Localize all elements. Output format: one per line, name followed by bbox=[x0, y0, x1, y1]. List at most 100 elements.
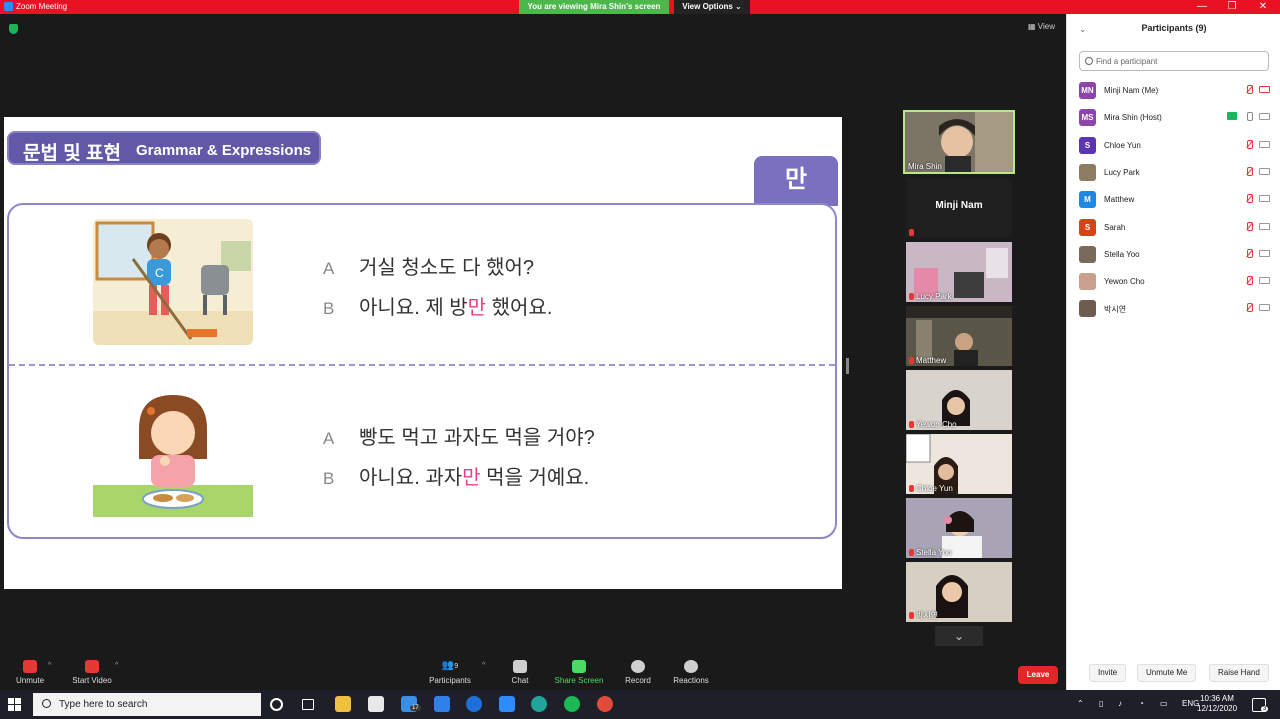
muted-mic-icon bbox=[1245, 166, 1253, 177]
muted-mic-icon bbox=[909, 421, 914, 428]
task-view-icon[interactable] bbox=[302, 699, 314, 710]
taskbar-search-input[interactable]: Type here to search bbox=[33, 693, 261, 716]
participants-caret-icon[interactable]: ^ bbox=[482, 662, 485, 669]
participant-avatar: S bbox=[1079, 218, 1096, 236]
record-label: Record bbox=[625, 676, 651, 685]
zoom-logo-icon bbox=[4, 2, 13, 11]
close-button[interactable]: ✕ bbox=[1248, 0, 1278, 14]
participant-avatar bbox=[1079, 163, 1096, 181]
video-camera-icon bbox=[1259, 113, 1270, 121]
file-explorer-icon[interactable] bbox=[335, 696, 351, 712]
unmute-button[interactable]: Unmute bbox=[16, 660, 44, 685]
store-icon[interactable] bbox=[368, 696, 384, 712]
view-layout-button[interactable]: ▦ View bbox=[1028, 22, 1055, 31]
dashed-divider bbox=[9, 364, 835, 366]
muted-mic-icon bbox=[1245, 85, 1253, 95]
share-screen-button[interactable]: Share Screen bbox=[554, 660, 604, 685]
reactions-button[interactable]: Reactions bbox=[672, 660, 710, 685]
dialog1-b-text: 아니요. 제 방 bbox=[359, 297, 468, 319]
cortana-icon[interactable] bbox=[270, 698, 283, 711]
participants-label: Participants bbox=[429, 676, 471, 685]
pc-icon[interactable] bbox=[434, 696, 450, 712]
chat-label: Chat bbox=[511, 676, 529, 685]
video-tile-matthew[interactable]: Matthew bbox=[906, 306, 1012, 366]
scroll-down-chevron-icon[interactable]: ⌄ bbox=[935, 626, 983, 646]
battery-icon[interactable]: ▭ bbox=[1160, 699, 1168, 708]
app-title: Zoom Meeting bbox=[4, 2, 67, 11]
video-tile-name: Stella Yoo bbox=[916, 548, 952, 557]
participants-panel: ⌄ Participants (9) Find a participant MN… bbox=[1066, 14, 1280, 690]
split-resize-handle[interactable] bbox=[846, 358, 849, 374]
video-tile-stella-yoo[interactable]: Stella Yoo bbox=[906, 498, 1012, 558]
invite-button[interactable]: Invite bbox=[1089, 664, 1127, 682]
minimize-button[interactable]: — bbox=[1187, 0, 1217, 14]
chrome-icon[interactable] bbox=[597, 696, 613, 712]
leave-button[interactable]: Leave bbox=[1018, 666, 1058, 684]
video-tile-chloe-yun[interactable]: Chloe Yun bbox=[906, 434, 1012, 494]
tray-overflow-icon[interactable]: ⌃ bbox=[1077, 699, 1084, 708]
muted-mic-icon bbox=[1245, 276, 1253, 286]
start-video-button[interactable]: Start Video bbox=[70, 660, 114, 685]
unmute-me-button[interactable]: Unmute Me bbox=[1137, 664, 1197, 682]
spotify-icon[interactable] bbox=[564, 696, 580, 712]
dialog1-b-highlight: 만 bbox=[467, 297, 487, 319]
record-button[interactable]: Record bbox=[624, 660, 652, 685]
encryption-shield-icon[interactable] bbox=[9, 24, 18, 34]
dialog2-line-b: B 아니요. 과자만 먹을 거예요. bbox=[323, 461, 589, 490]
search-placeholder: Find a participant bbox=[1096, 57, 1158, 66]
dialog2-a-text: 빵도 먹고 과자도 먹을 거야? bbox=[359, 427, 595, 449]
video-tile-name: Chloe Yun bbox=[916, 484, 953, 493]
video-tile-minji-nam[interactable]: Minji Nam bbox=[906, 178, 1012, 238]
participant-row[interactable]: M Matthew bbox=[1067, 186, 1280, 213]
audio-options-caret-icon[interactable]: ^ bbox=[48, 662, 51, 669]
chat-button[interactable]: Chat bbox=[508, 660, 532, 685]
participant-row[interactable]: S Sarah bbox=[1067, 214, 1280, 241]
mail-icon[interactable]: 17 bbox=[401, 696, 421, 712]
windows-start-icon[interactable] bbox=[8, 698, 22, 712]
volume-icon[interactable]: ♪ bbox=[1118, 699, 1122, 708]
zoom-taskbar-icon[interactable] bbox=[499, 696, 515, 712]
muted-indicator bbox=[909, 228, 916, 237]
video-options-caret-icon[interactable]: ^ bbox=[115, 662, 118, 669]
video-tile-name: Matthew bbox=[916, 356, 947, 365]
video-tile-lucy-park[interactable]: Lucy Park bbox=[906, 242, 1012, 302]
windows-taskbar: Type here to search 17 ⌃ ▯ ♪ ◔ ▭ ENG 10:… bbox=[0, 690, 1280, 719]
viewing-banner: You are viewing Mira Shin's screen bbox=[519, 0, 669, 14]
video-camera-icon bbox=[1259, 277, 1270, 285]
participant-row[interactable]: Stella Yoo bbox=[1067, 241, 1280, 268]
participant-name: Minji Nam (Me) bbox=[1104, 86, 1159, 95]
girl-eating-illustration bbox=[93, 389, 253, 517]
video-tile-placeholder-name: Minji Nam bbox=[935, 200, 983, 211]
participant-row[interactable]: MN Minji Nam (Me) bbox=[1067, 77, 1280, 104]
participant-name: Sarah bbox=[1104, 222, 1126, 232]
video-tile-park-siyeon[interactable]: 박시연 bbox=[906, 562, 1012, 622]
tray-device-icon[interactable]: ▯ bbox=[1099, 699, 1103, 708]
participant-search-input[interactable]: Find a participant bbox=[1079, 51, 1269, 71]
participant-name: Mira Shin (Host) bbox=[1104, 113, 1162, 123]
participant-row[interactable]: S Chloe Yun bbox=[1067, 132, 1280, 159]
muted-mic-icon bbox=[1245, 221, 1253, 232]
notifications-count: 3 bbox=[1261, 706, 1269, 712]
edge-icon[interactable] bbox=[531, 696, 547, 712]
participant-row[interactable]: Lucy Park bbox=[1067, 159, 1280, 186]
video-tile-yewon-cho[interactable]: Yewon Cho bbox=[906, 370, 1012, 430]
participant-row[interactable]: 박시연 bbox=[1067, 295, 1280, 322]
clock-date: 12/12/2020 bbox=[1197, 704, 1238, 713]
muted-mic-icon bbox=[1245, 194, 1253, 204]
video-camera-icon bbox=[1259, 140, 1270, 148]
internet-explorer-icon[interactable] bbox=[466, 696, 482, 712]
participant-avatar: S bbox=[1079, 136, 1096, 154]
notifications-icon[interactable]: 3 bbox=[1252, 698, 1269, 712]
mic-icon bbox=[1245, 112, 1253, 122]
badge-korean: 문법 및 표현 bbox=[23, 143, 121, 164]
restore-button[interactable]: ❐ bbox=[1217, 0, 1247, 14]
video-tile-mira-shin[interactable]: Mira Shin bbox=[903, 110, 1015, 174]
participant-row[interactable]: MS Mira Shin (Host) bbox=[1067, 104, 1280, 131]
participant-row[interactable]: Yewon Cho bbox=[1067, 268, 1280, 295]
participants-button[interactable]: 👥9 Participants bbox=[428, 660, 472, 685]
clock[interactable]: 10:36 AM 12/12/2020 bbox=[1197, 694, 1237, 714]
raise-hand-button[interactable]: Raise Hand bbox=[1209, 664, 1269, 682]
video-camera-icon bbox=[1259, 195, 1270, 203]
view-options-button[interactable]: View Options ⌄ bbox=[674, 0, 750, 14]
network-icon[interactable]: ◔ bbox=[1139, 699, 1144, 708]
